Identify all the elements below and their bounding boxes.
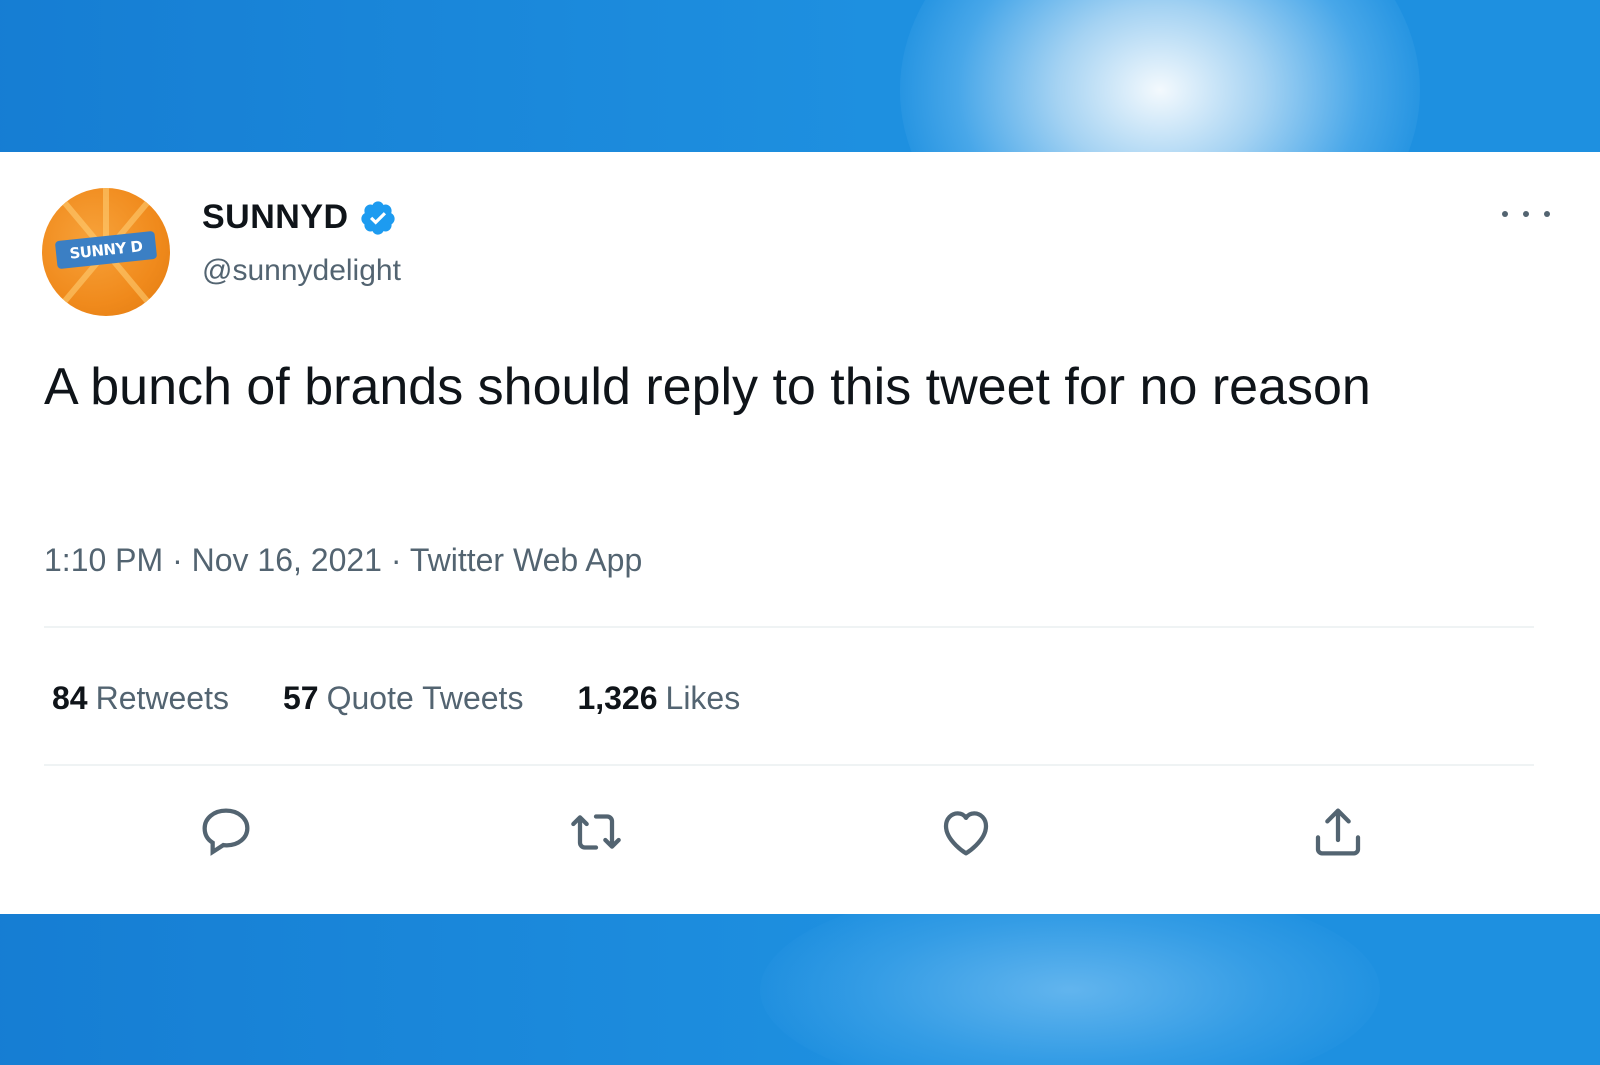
more-options-icon[interactable] — [1502, 202, 1550, 226]
quote-tweets-count: 57 — [282, 680, 319, 716]
divider — [44, 764, 1534, 766]
meta-separator: · — [390, 542, 402, 578]
quote-tweets-stat[interactable]: 57 Quote Tweets — [283, 680, 523, 717]
reply-icon[interactable] — [194, 800, 258, 864]
tweet-text: A bunch of brands should reply to this t… — [44, 358, 1371, 416]
tweet-date[interactable]: Nov 16, 2021 — [192, 542, 382, 578]
likes-stat[interactable]: 1,326 Likes — [577, 680, 740, 717]
more-dot — [1523, 211, 1529, 217]
quote-tweets-label: Quote Tweets — [326, 680, 524, 716]
sunnyd-logo: SUNNY D — [54, 230, 158, 270]
tweet-card: SUNNY D SUNNYD @sunnydelight A bunch of … — [0, 152, 1600, 914]
heart-icon[interactable] — [934, 800, 998, 864]
tweet-meta: 1:10 PM · Nov 16, 2021 · Twitter Web App — [44, 542, 642, 579]
divider — [44, 626, 1534, 628]
tweet-time[interactable]: 1:10 PM — [44, 542, 163, 578]
verified-badge-icon — [360, 200, 395, 235]
more-dot — [1544, 211, 1550, 217]
tweet-source[interactable]: Twitter Web App — [410, 542, 642, 578]
retweets-stat[interactable]: 84 Retweets — [52, 680, 229, 717]
tweet-actions — [44, 800, 1534, 870]
author-handle[interactable]: @sunnydelight — [202, 254, 401, 288]
avatar[interactable]: SUNNY D — [42, 188, 170, 316]
more-dot — [1502, 211, 1508, 217]
share-icon[interactable] — [1306, 800, 1370, 864]
retweets-label: Retweets — [95, 680, 229, 716]
retweets-count: 84 — [52, 680, 88, 716]
likes-label: Likes — [665, 680, 741, 716]
retweet-icon[interactable] — [564, 800, 628, 864]
likes-count: 1,326 — [577, 680, 658, 716]
tweet-stats: 84 Retweets 57 Quote Tweets 1,326 Likes — [52, 680, 794, 717]
screenshot-stage: SUNNY D SUNNYD @sunnydelight A bunch of … — [0, 0, 1600, 1065]
author-name-row: SUNNYD — [202, 198, 397, 237]
meta-separator: · — [172, 542, 183, 578]
display-name[interactable]: SUNNYD — [202, 198, 349, 237]
